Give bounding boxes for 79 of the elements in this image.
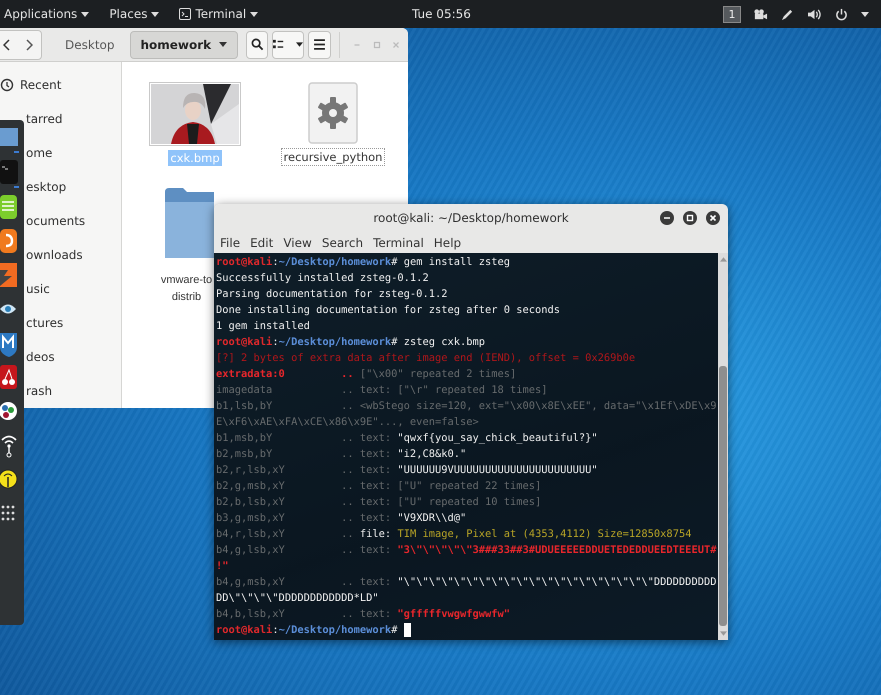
back-icon[interactable] bbox=[3, 38, 11, 50]
sidebar-item[interactable]: ocuments bbox=[0, 204, 121, 238]
sidebar-item[interactable]: ctures bbox=[0, 306, 121, 340]
menu-item[interactable]: Terminal bbox=[373, 236, 424, 250]
terminal-line: root@kali:~/Desktop/homework# zsteg cxk.bmp bbox=[216, 335, 486, 350]
terminal-line: b4,g,lsb,xY .. text: "3\"\"\"\"\"3###33##3#UDUEEEEEDDUETEDEDDUEEDTEEEUT# bbox=[216, 543, 716, 558]
menu-icon bbox=[313, 38, 326, 51]
path-button[interactable]: homework bbox=[130, 30, 238, 58]
close-button[interactable] bbox=[706, 211, 720, 225]
menu-button[interactable] bbox=[308, 30, 331, 58]
terminal-line: Done installing documentation for zsteg after 0 seconds bbox=[216, 303, 560, 318]
terminal-line: b2,g,msb,xY .. text: ["U" repeated 22 times] bbox=[216, 479, 542, 494]
sidebar-item[interactable]: Recent bbox=[0, 68, 121, 102]
search-button[interactable] bbox=[246, 30, 268, 58]
menu-item[interactable]: Edit bbox=[250, 236, 274, 250]
file-name: recursive_python bbox=[280, 148, 386, 166]
maximize-button[interactable] bbox=[683, 211, 697, 225]
caret-icon bbox=[81, 12, 90, 16]
menu-item[interactable]: View bbox=[283, 236, 312, 250]
window-title: root@kali: ~/Desktop/homework bbox=[373, 211, 569, 225]
terminal-line: b2,msb,bY .. text: "i2,C8&k0." bbox=[216, 447, 466, 462]
scrollbar-thumb[interactable] bbox=[719, 366, 727, 626]
menu-item[interactable]: Search bbox=[322, 236, 364, 250]
forward-icon[interactable] bbox=[25, 38, 33, 50]
terminal-line: extradata:0 .. ["\x00" repeated 2 times] bbox=[216, 367, 516, 382]
folder-icon[interactable] bbox=[165, 188, 214, 258]
sidebar-item[interactable]: tarred bbox=[0, 102, 121, 136]
navigation-buttons[interactable] bbox=[0, 30, 42, 60]
sidebar-item[interactable]: ownloads bbox=[0, 238, 121, 272]
path-button[interactable]: Desktop bbox=[54, 30, 126, 58]
caret-icon bbox=[219, 42, 228, 47]
terminal-line: imagedata .. text: ["\r" repeated 18 times] bbox=[216, 383, 548, 398]
sidebar-item[interactable]: rash bbox=[0, 374, 121, 408]
menu-item[interactable]: File bbox=[220, 236, 240, 250]
gear-icon[interactable] bbox=[308, 82, 358, 144]
sidebar-item[interactable]: usic bbox=[0, 272, 121, 306]
view-toggle-button[interactable] bbox=[272, 30, 304, 58]
scrollbar[interactable] bbox=[718, 253, 728, 640]
terminal-icon bbox=[179, 8, 192, 20]
workspace-button[interactable]: 1 bbox=[723, 6, 741, 22]
pen-icon[interactable] bbox=[780, 8, 795, 20]
menu-button[interactable]: Places bbox=[101, 2, 168, 26]
terminal-line: Successfully installed zsteg-0.1.2 bbox=[216, 271, 429, 286]
clock[interactable]: Tue 05:56 bbox=[412, 7, 471, 21]
caret-icon[interactable] bbox=[861, 12, 869, 16]
terminal-line: b4,b,lsb,xY .. text: "gfffffvwgwfgwwfw" bbox=[216, 607, 510, 622]
menu-button[interactable]: Terminal bbox=[171, 2, 266, 26]
terminal-line: b4,g,msb,xY .. text: "\"\"\"\"\"\"\"\"\"\"\"\"\"\"\"\"\"\"\"\"DDDDDDDDDD bbox=[216, 575, 716, 590]
search-icon bbox=[250, 38, 264, 51]
terminal-line: b2,r,lsb,xY .. text: "UUUUUU9VUUUUUUUUUUUUUUUUUUUUUU" bbox=[216, 463, 598, 478]
power-icon[interactable] bbox=[834, 8, 849, 20]
terminal-line: DD\"\"\"\"DDDDDDDDDDDD*LD" bbox=[216, 591, 379, 606]
video-camera-icon[interactable] bbox=[753, 8, 768, 20]
terminal-line: root@kali:~/Desktop/homework# gem install zsteg bbox=[216, 255, 510, 270]
sidebar-item[interactable]: ome bbox=[0, 136, 121, 170]
terminal-line: [?] 2 bytes of extra data after image end (IEND), offset = 0x269b0e bbox=[216, 351, 636, 366]
sidebar-item[interactable]: deos bbox=[0, 340, 121, 374]
file-name: vmware-to distrib bbox=[160, 273, 214, 305]
caret-icon bbox=[250, 12, 258, 16]
sidebar-item[interactable]: esktop bbox=[0, 170, 121, 204]
file-name: cxk.bmp bbox=[168, 150, 222, 166]
terminal-line: b2,b,lsb,xY .. text: ["U" repeated 10 times] bbox=[216, 495, 542, 510]
caret-icon bbox=[151, 12, 160, 16]
volume-icon[interactable] bbox=[807, 8, 822, 20]
terminal-line: b1,lsb,bY .. <wbStego size=120, ext="\x00\x8E\xEE", data="\x1Ef\xDE\x9 bbox=[216, 399, 716, 414]
text-cursor bbox=[404, 623, 411, 637]
menu-item[interactable]: Help bbox=[434, 236, 462, 250]
caret-icon bbox=[296, 42, 304, 47]
terminal-line: root@kali:~/Desktop/homework# bbox=[216, 623, 398, 638]
terminal-line: b3,g,msb,xY .. text: "V9XDR\\d@" bbox=[216, 511, 466, 526]
minimize-button[interactable] bbox=[660, 211, 674, 225]
terminal-line: E\xF6\xAE\xFA\xCE\x86\x9E"..., even=false> bbox=[216, 415, 479, 430]
terminal-line: b1,msb,bY .. text: "qwxf{you_say_chick_beautiful?}" bbox=[216, 431, 598, 446]
terminal-line: 1 gem installed bbox=[216, 319, 310, 334]
terminal-line: b4,r,lsb,xY .. file: TIM image, Pixel at (4353,4112) Size=12850x8754 bbox=[216, 527, 692, 542]
terminal-line: !" bbox=[216, 559, 229, 574]
terminal-line: Parsing documentation for zsteg-0.1.2 bbox=[216, 287, 448, 302]
menu-button[interactable]: Applications bbox=[0, 2, 98, 26]
clock-icon bbox=[0, 78, 14, 92]
